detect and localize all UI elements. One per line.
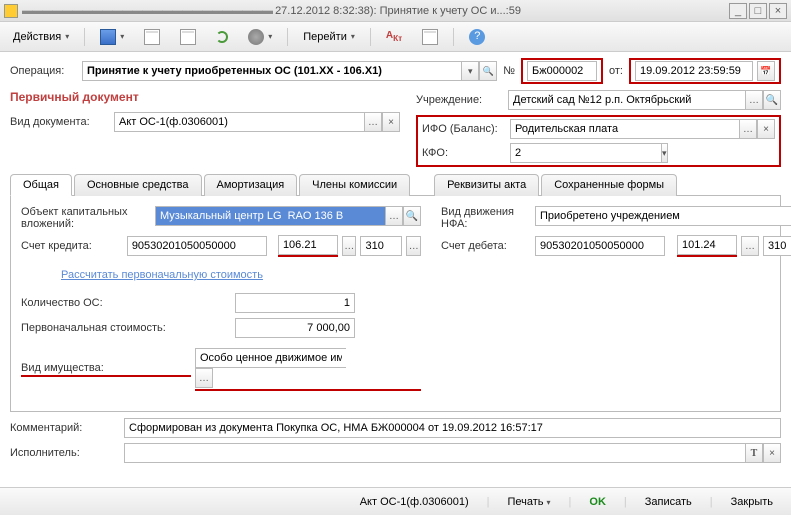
operation-label: Операция: bbox=[10, 65, 76, 77]
toolbar: Действия▾ ▾ ▾ Перейти▾ АКт ? bbox=[0, 22, 791, 52]
kfo-label: КФО: bbox=[422, 147, 506, 159]
doc-type-clear[interactable] bbox=[382, 112, 400, 132]
ifo-input[interactable] bbox=[510, 119, 739, 139]
exec-input[interactable] bbox=[124, 443, 745, 463]
write-button[interactable]: Записать bbox=[637, 493, 700, 511]
tabs: Общая Основные средства Амортизация Член… bbox=[10, 173, 781, 196]
mov-input[interactable] bbox=[535, 206, 791, 226]
window-titlebar: ▬▬▬▬▬▬▬▬▬▬▬▬▬▬▬▬▬▬▬▬▬▬▬▬▬ 27.12.2012 8:3… bbox=[0, 0, 791, 22]
actions-menu[interactable]: Действия▾ bbox=[6, 27, 76, 47]
credit-label: Счет кредита: bbox=[21, 240, 123, 252]
institution-input[interactable] bbox=[508, 90, 745, 110]
tab-os[interactable]: Основные средства bbox=[74, 174, 202, 196]
window-title: ▬▬▬▬▬▬▬▬▬▬▬▬▬▬▬▬▬▬▬▬▬▬▬▬▬ 27.12.2012 8:3… bbox=[22, 5, 729, 17]
primary-doc-title: Первичный документ bbox=[10, 90, 400, 104]
date-picker-button[interactable]: 📅 bbox=[757, 61, 775, 81]
tab-saved[interactable]: Сохраненные формы bbox=[541, 174, 677, 196]
date-label: от: bbox=[609, 65, 623, 77]
prop-pick[interactable] bbox=[195, 368, 213, 388]
cost-label: Первоначальная стоимость: bbox=[21, 322, 231, 334]
ifo-clear[interactable] bbox=[757, 119, 775, 139]
kfo-input[interactable] bbox=[510, 143, 661, 163]
ok-button[interactable]: OK bbox=[581, 493, 614, 511]
comment-label: Комментарий: bbox=[10, 422, 120, 434]
ak-button[interactable]: АКт bbox=[379, 26, 409, 47]
credit-code-pick[interactable] bbox=[342, 236, 357, 256]
close-form-button[interactable]: Закрыть bbox=[723, 493, 781, 511]
tab-komiss[interactable]: Члены комиссии bbox=[299, 174, 410, 196]
exec-clear[interactable] bbox=[763, 443, 781, 463]
credit-code[interactable] bbox=[278, 235, 338, 255]
comment-input[interactable] bbox=[124, 418, 781, 438]
ifo-kfo-frame: ИФО (Баланс): КФО: bbox=[416, 115, 781, 167]
obj-pick[interactable] bbox=[385, 206, 403, 226]
tab-rekv[interactable]: Реквизиты акта bbox=[434, 174, 539, 196]
institution-pick[interactable] bbox=[745, 90, 763, 110]
date-frame: 📅 bbox=[629, 58, 781, 84]
goto-menu[interactable]: Перейти▾ bbox=[296, 27, 362, 47]
operation-search[interactable]: 🔍 bbox=[479, 61, 497, 81]
date-input[interactable] bbox=[635, 61, 753, 81]
number-frame bbox=[521, 58, 603, 84]
tab-amort[interactable]: Амортизация bbox=[204, 174, 298, 196]
statusbar: Акт ОС-1(ф.0306001) | Печать▾ | OK | Зап… bbox=[0, 487, 791, 515]
exec-label: Исполнитель: bbox=[10, 447, 120, 459]
debit-code[interactable] bbox=[677, 235, 737, 255]
debit-label: Счет дебета: bbox=[441, 240, 531, 252]
debit-code-pick[interactable] bbox=[741, 236, 759, 256]
kfo-drop[interactable] bbox=[661, 143, 668, 163]
save-button[interactable]: ▾ bbox=[93, 25, 131, 49]
debit-extra[interactable] bbox=[763, 236, 791, 256]
qty-label: Количество ОС: bbox=[21, 297, 231, 309]
credit-extra[interactable] bbox=[360, 236, 402, 256]
number-label: № bbox=[503, 65, 515, 77]
print-button[interactable]: Печать▾ bbox=[499, 493, 558, 511]
doc-type-label: Вид документа: bbox=[10, 116, 110, 128]
credit-acct[interactable] bbox=[127, 236, 267, 256]
act-button[interactable]: Акт ОС-1(ф.0306001) bbox=[352, 493, 477, 511]
prop-input[interactable] bbox=[195, 348, 346, 368]
refresh-button[interactable] bbox=[209, 27, 235, 47]
number-input[interactable] bbox=[527, 61, 597, 81]
ifo-pick[interactable] bbox=[739, 119, 757, 139]
doc2-button[interactable] bbox=[173, 25, 203, 49]
operation-dropdown[interactable]: ▾ bbox=[461, 61, 479, 81]
tab-body-general: Объект капитальных вложений: Счет кредит… bbox=[10, 196, 781, 412]
doc-type-pick[interactable] bbox=[364, 112, 382, 132]
minimize-button[interactable]: _ bbox=[729, 3, 747, 19]
calc-link[interactable]: Рассчитать первоначальную стоимость bbox=[61, 269, 263, 281]
debit-acct[interactable] bbox=[535, 236, 665, 256]
cost-input[interactable] bbox=[235, 318, 355, 338]
ifo-label: ИФО (Баланс): bbox=[422, 123, 506, 135]
mov-label: Вид движения НФА: bbox=[441, 206, 531, 230]
exec-t-button[interactable]: T bbox=[745, 443, 763, 463]
app-icon bbox=[4, 4, 18, 18]
institution-search[interactable] bbox=[763, 90, 781, 110]
institution-label: Учреждение: bbox=[416, 94, 504, 106]
maximize-button[interactable]: □ bbox=[749, 3, 767, 19]
form-button[interactable] bbox=[415, 25, 445, 49]
obj-input[interactable] bbox=[155, 206, 385, 226]
qty-input[interactable] bbox=[235, 293, 355, 313]
credit-extra-pick[interactable] bbox=[406, 236, 421, 256]
operation-select[interactable] bbox=[82, 61, 461, 81]
gear-button[interactable]: ▾ bbox=[241, 25, 279, 49]
obj-label: Объект капитальных вложений: bbox=[21, 206, 151, 230]
tab-general[interactable]: Общая bbox=[10, 174, 72, 196]
help-button[interactable]: ? bbox=[462, 25, 492, 49]
doc-type-input[interactable] bbox=[114, 112, 364, 132]
operation-row: Операция: ▾ 🔍 № от: 📅 bbox=[10, 58, 781, 84]
obj-search[interactable] bbox=[403, 206, 421, 226]
prop-label: Вид имущества: bbox=[21, 362, 191, 377]
close-button[interactable]: × bbox=[769, 3, 787, 19]
doc1-button[interactable] bbox=[137, 25, 167, 49]
